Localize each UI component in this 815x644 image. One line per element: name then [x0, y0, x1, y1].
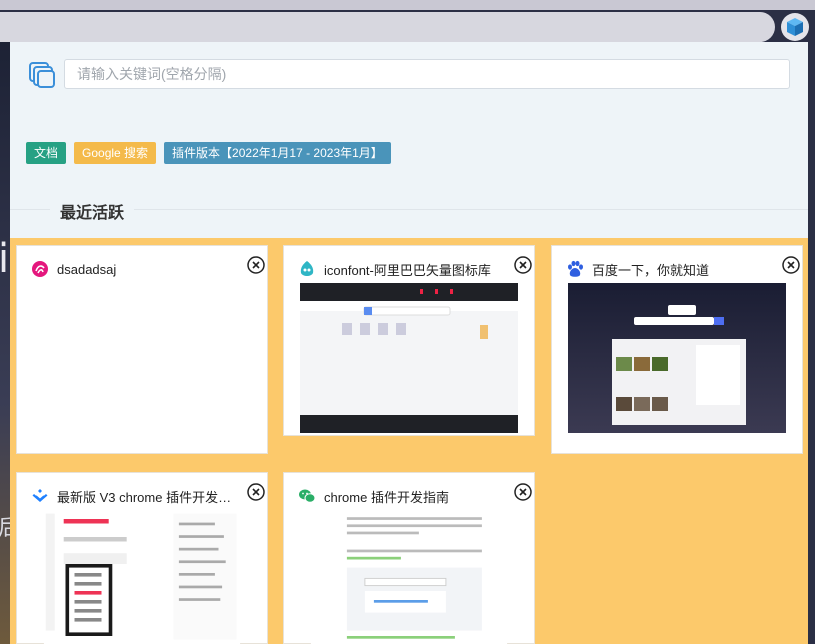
close-icon[interactable] — [782, 256, 800, 274]
tab-card-header: 百度一下，你就知道 — [566, 260, 772, 278]
tab-thumbnail — [568, 283, 786, 433]
close-icon[interactable] — [514, 483, 532, 501]
tab-card-header: dsadadsaj — [31, 260, 237, 278]
close-icon[interactable] — [247, 256, 265, 274]
tab-card[interactable]: 最新版 V3 chrome 插件开发~ d… — [16, 472, 268, 644]
popup-header: 文档 Google 搜索 插件版本【2022年1月17 - 2023年1月】 最… — [10, 42, 808, 238]
browser-address-bar[interactable] — [0, 12, 775, 42]
tab-card[interactable]: iconfont-阿里巴巴矢量图标库 — [283, 245, 535, 436]
tag-google-search[interactable]: Google 搜索 — [74, 142, 157, 164]
tab-thumbnail — [300, 283, 518, 433]
baidu-paw-icon — [568, 260, 583, 277]
tab-card-title: 百度一下，你就知道 — [592, 262, 710, 278]
magenta-circle-icon — [32, 261, 48, 277]
tab-thumbnail — [43, 510, 241, 644]
close-icon[interactable] — [247, 483, 265, 501]
iconfont-icon — [300, 261, 314, 276]
juejin-icon — [32, 489, 48, 502]
desktop-background — [0, 42, 10, 644]
tag-docs[interactable]: 文档 — [26, 142, 67, 164]
tab-card-header: 最新版 V3 chrome 插件开发~ d… — [31, 487, 237, 505]
tab-card-title: dsadadsaj — [57, 261, 117, 277]
tab-card[interactable]: dsadadsaj — [16, 245, 268, 454]
tab-thumbnail — [310, 510, 508, 644]
tab-card[interactable]: chrome 插件开发指南 — [283, 472, 535, 644]
extension-cube-icon — [787, 18, 803, 36]
tab-card-title: chrome 插件开发指南 — [324, 489, 449, 505]
tag-list: 文档 Google 搜索 插件版本【2022年1月17 - 2023年1月】 — [26, 142, 391, 164]
tab-card-title: iconfont-阿里巴巴矢量图标库 — [324, 262, 491, 278]
close-icon[interactable] — [514, 256, 532, 274]
section-title: 最近活跃 — [50, 199, 135, 223]
tab-card[interactable]: 百度一下，你就知道 — [551, 245, 803, 454]
tag-version[interactable]: 插件版本【2022年1月17 - 2023年1月】 — [164, 142, 391, 164]
extension-button[interactable] — [781, 13, 809, 41]
recent-tabs-grid: dsadadsaj iconfont-阿里巴巴矢量图标库 百度一下，你就知道 最… — [10, 238, 808, 644]
tab-card-header: chrome 插件开发指南 — [298, 487, 504, 505]
tabs-logo-icon — [29, 62, 55, 88]
extension-popup: 文档 Google 搜索 插件版本【2022年1月17 - 2023年1月】 最… — [10, 42, 808, 644]
browser-top-strip — [0, 0, 815, 10]
tab-card-header: iconfont-阿里巴巴矢量图标库 — [298, 260, 504, 278]
wechat-icon — [299, 489, 316, 503]
background-fragment: i — [0, 236, 10, 282]
tab-card-title: 最新版 V3 chrome 插件开发~ d… — [57, 489, 237, 505]
search-input[interactable] — [64, 59, 790, 89]
